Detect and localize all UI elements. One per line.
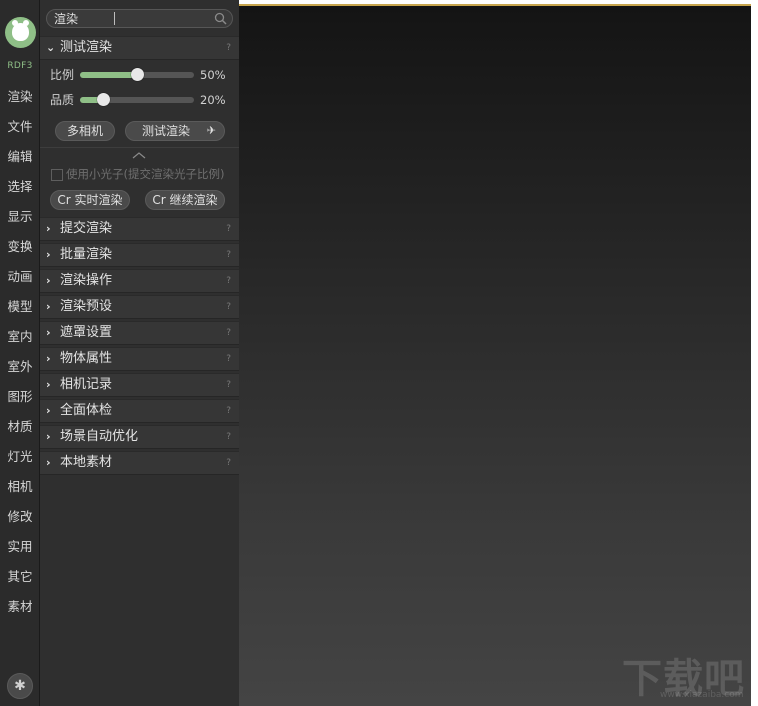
rail-item-material[interactable]: 材质 bbox=[0, 414, 40, 440]
chevron-down-icon: ⌄ bbox=[46, 41, 56, 54]
render-viewport[interactable] bbox=[239, 4, 751, 706]
slider-fill bbox=[80, 72, 137, 78]
chevron-right-icon: › bbox=[46, 430, 51, 443]
chevron-right-icon: › bbox=[46, 378, 51, 391]
rail-item-transform[interactable]: 变换 bbox=[0, 234, 40, 260]
chevron-up-icon[interactable] bbox=[132, 151, 146, 159]
rail-item-modify[interactable]: 修改 bbox=[0, 504, 40, 530]
section-title: 本地素材 bbox=[60, 455, 113, 470]
rail-item-display[interactable]: 显示 bbox=[0, 204, 40, 230]
chevron-right-icon: › bbox=[46, 248, 51, 261]
section-title: 测试渲染 bbox=[60, 40, 113, 55]
section-title: 遮罩设置 bbox=[60, 325, 113, 340]
section-render-preset[interactable]: › 渲染预设 ? bbox=[40, 295, 239, 319]
rail-item-exterior[interactable]: 室外 bbox=[0, 354, 40, 380]
rail-item-file[interactable]: 文件 bbox=[0, 114, 40, 140]
version-label: RDF3 bbox=[7, 61, 33, 71]
rail-item-select[interactable]: 选择 bbox=[0, 174, 40, 200]
help-icon[interactable]: ? bbox=[226, 456, 231, 470]
section-title: 批量渲染 bbox=[60, 247, 113, 262]
section-camera-records[interactable]: › 相机记录 ? bbox=[40, 373, 239, 397]
rail-item-camera[interactable]: 相机 bbox=[0, 474, 40, 500]
section-batch-render[interactable]: › 批量渲染 ? bbox=[40, 243, 239, 267]
section-full-check[interactable]: › 全面体检 ? bbox=[40, 399, 239, 423]
section-title: 渲染操作 bbox=[60, 273, 113, 288]
watermark-url: www.xiazaiba.com bbox=[660, 690, 744, 700]
rail-item-assets[interactable]: 素材 bbox=[0, 594, 40, 620]
chevron-right-icon: › bbox=[46, 456, 51, 469]
chevron-right-icon: › bbox=[46, 352, 51, 365]
help-icon[interactable]: ? bbox=[226, 41, 231, 55]
quality-percent: 20% bbox=[200, 93, 226, 107]
rail-item-other[interactable]: 其它 bbox=[0, 564, 40, 590]
help-icon[interactable]: ? bbox=[226, 222, 231, 236]
section-title: 相机记录 bbox=[60, 377, 113, 392]
chevron-right-icon: › bbox=[46, 300, 51, 313]
realtime-render-button[interactable]: Cr 实时渲染 bbox=[50, 190, 130, 210]
multi-camera-button[interactable]: 多相机 bbox=[55, 121, 115, 141]
section-scene-auto-optimize[interactable]: › 场景自动优化 ? bbox=[40, 425, 239, 449]
search-input[interactable]: 渲染 bbox=[46, 9, 233, 28]
divider bbox=[40, 147, 239, 148]
help-icon[interactable]: ? bbox=[226, 326, 231, 340]
slider-thumb[interactable] bbox=[131, 68, 144, 81]
section-title: 场景自动优化 bbox=[60, 429, 139, 444]
viewport-top-border bbox=[239, 4, 751, 6]
icon-rail: RDF3 渲染 文件 编辑 选择 显示 变换 动画 模型 室内 室外 图形 材质… bbox=[0, 0, 40, 706]
rail-item-interior[interactable]: 室内 bbox=[0, 324, 40, 350]
rail-item-model[interactable]: 模型 bbox=[0, 294, 40, 320]
help-icon[interactable]: ? bbox=[226, 274, 231, 288]
section-local-assets[interactable]: › 本地素材 ? bbox=[40, 451, 239, 475]
scale-percent: 50% bbox=[200, 68, 226, 82]
chevron-right-icon: › bbox=[46, 326, 51, 339]
quality-label: 品质 bbox=[50, 93, 75, 107]
section-object-properties[interactable]: › 物体属性 ? bbox=[40, 347, 239, 371]
section-mask-settings[interactable]: › 遮罩设置 ? bbox=[40, 321, 239, 345]
gear-icon[interactable]: ✱ bbox=[7, 673, 33, 699]
scale-label: 比例 bbox=[50, 68, 75, 82]
help-icon[interactable]: ? bbox=[226, 300, 231, 314]
tool-panel: 渲染 ⌄ 测试渲染 ? 比例 50% 品质 20% 多相机 测试渲染 ✈ 使用小… bbox=[40, 0, 239, 706]
rail-item-utility[interactable]: 实用 bbox=[0, 534, 40, 560]
rail-item-animation[interactable]: 动画 bbox=[0, 264, 40, 290]
quality-slider[interactable] bbox=[80, 93, 194, 106]
airplane-icon: ✈ bbox=[206, 124, 216, 137]
section-title: 物体属性 bbox=[60, 351, 113, 366]
test-render-label: 测试渲染 bbox=[142, 124, 191, 138]
help-icon[interactable]: ? bbox=[226, 404, 231, 418]
help-icon[interactable]: ? bbox=[226, 248, 231, 262]
search-value[interactable]: 渲染 bbox=[54, 11, 78, 27]
scale-slider[interactable] bbox=[80, 68, 194, 81]
help-icon[interactable]: ? bbox=[226, 430, 231, 444]
rail-item-graphics[interactable]: 图形 bbox=[0, 384, 40, 410]
slider-thumb[interactable] bbox=[96, 93, 110, 106]
section-title: 渲染预设 bbox=[60, 299, 113, 314]
section-title: 全面体检 bbox=[60, 403, 113, 418]
search-icon[interactable] bbox=[214, 12, 227, 25]
chevron-right-icon: › bbox=[46, 274, 51, 287]
continue-render-button[interactable]: Cr 继续渲染 bbox=[145, 190, 225, 210]
use-small-photon-label: 使用小光子(提交渲染光子比例) bbox=[66, 167, 225, 181]
help-icon[interactable]: ? bbox=[226, 378, 231, 392]
section-test-render[interactable]: ⌄ 测试渲染 ? bbox=[40, 36, 239, 60]
text-caret bbox=[114, 12, 115, 25]
test-render-button[interactable]: 测试渲染 ✈ bbox=[125, 121, 225, 141]
section-title: 提交渲染 bbox=[60, 221, 113, 236]
use-small-photon-checkbox[interactable] bbox=[51, 169, 63, 181]
chevron-right-icon: › bbox=[46, 222, 51, 235]
bear-face-icon[interactable] bbox=[5, 17, 36, 48]
section-render-operation[interactable]: › 渲染操作 ? bbox=[40, 269, 239, 293]
section-submit-render[interactable]: › 提交渲染 ? bbox=[40, 217, 239, 241]
rail-item-edit[interactable]: 编辑 bbox=[0, 144, 40, 170]
help-icon[interactable]: ? bbox=[226, 352, 231, 366]
rail-item-light[interactable]: 灯光 bbox=[0, 444, 40, 470]
rail-item-render[interactable]: 渲染 bbox=[0, 84, 40, 110]
chevron-right-icon: › bbox=[46, 404, 51, 417]
